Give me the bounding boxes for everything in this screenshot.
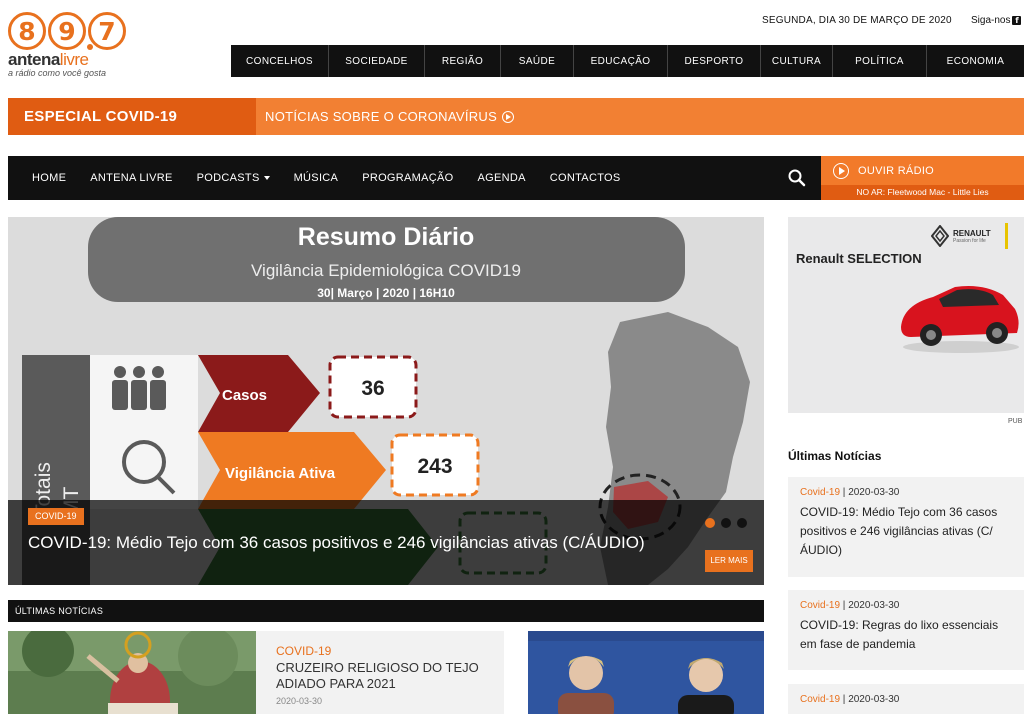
renault-ad-banner[interactable]: RENAULT Passion for life Renault SELECTI… (788, 217, 1024, 413)
mainnav-item-podcasts[interactable]: PODCASTS (185, 172, 282, 184)
mainnav-item-agenda[interactable]: AGENDA (466, 172, 538, 184)
mainnav-item-antena-livre[interactable]: ANTENA LIVRE (78, 172, 184, 184)
news-card[interactable]: COVID-19 CRUZEIRO RELIGIOSO DO TEJO ADIA… (256, 631, 504, 714)
hero-image-subheading: Vigilância Epidemiológica COVID19 (251, 261, 521, 280)
sidebar-latest-title: Últimas Notícias (788, 449, 882, 463)
radio-player: OUVIR RÁDIO NO AR: Fleetwood Mac - Littl… (821, 156, 1024, 200)
news-card-image-2[interactable] (528, 631, 764, 714)
hero-cases-label: Casos (222, 387, 267, 404)
slider-dot-1[interactable] (705, 518, 715, 528)
sidebar-news-date: 2020-03-30 (848, 600, 900, 611)
main-nav: HOME ANTENA LIVRE PODCASTS MÚSICA PROGRAMAÇÃ… (8, 156, 821, 200)
mainnav-item-contactos[interactable]: CONTACTOS (538, 172, 633, 184)
logo-tagline: a rádio como você gosta (8, 68, 107, 78)
red-car-image (901, 286, 1019, 353)
latest-news-header: ÚLTIMAS NOTÍCIAS (8, 600, 764, 622)
topnav-item-saúde[interactable]: SAÚDE (501, 45, 574, 77)
logo-digit-9: 9 (48, 12, 86, 50)
topnav-item-educação[interactable]: EDUCAÇÃO (574, 45, 668, 77)
mainnav-item-música[interactable]: MÚSICA (282, 172, 351, 184)
logo-wordmark: antenalivre (8, 50, 89, 69)
topnav-item-política[interactable]: POLÍTICA (833, 45, 927, 77)
press-conference-photo (528, 631, 764, 714)
listen-radio-button[interactable]: OUVIR RÁDIO (833, 163, 934, 179)
read-more-button[interactable]: LER MAIS (705, 550, 753, 572)
play-circle-icon (833, 163, 849, 179)
ad-headline: Renault SELECTION (796, 251, 922, 266)
hero-cases-value: 36 (361, 377, 384, 400)
renault-logo: RENAULT Passion for life (931, 223, 1008, 249)
mainnav-label: AGENDA (477, 172, 526, 184)
slider-dot-3[interactable] (737, 518, 747, 528)
current-date: SEGUNDA, DIA 30 DE MARÇO DE 2020 (762, 15, 952, 26)
renault-diamond-icon (931, 225, 949, 247)
covid-special-tag[interactable]: ESPECIAL COVID-19 (8, 98, 256, 135)
follow-us-label: Siga-nos (971, 15, 1011, 26)
sidebar-news-category[interactable]: Covid-19 (800, 487, 840, 498)
renault-yellow-stripe (1004, 223, 1008, 249)
slider-dot-2[interactable] (721, 518, 731, 528)
mainnav-label: PROGRAMAÇÃO (362, 172, 454, 184)
coronavirus-news-label: NOTÍCIAS SOBRE O CORONAVÍRUS (265, 109, 498, 124)
caret-down-icon (263, 176, 270, 181)
news-card-title[interactable]: CRUZEIRO RELIGIOSO DO TEJO ADIADO PARA 2… (276, 660, 504, 692)
mainnav-label: HOME (32, 172, 67, 184)
sidebar-news-item[interactable]: Covid-19 | 2020-03-30 COVID-19: Regras d… (788, 590, 1024, 670)
facebook-icon[interactable]: f (1012, 16, 1022, 25)
topnav-item-concelhos[interactable]: CONCELHOS (231, 45, 329, 77)
coronavirus-news-link[interactable]: NOTÍCIAS SOBRE O CORONAVÍRUS (256, 98, 1024, 135)
follow-us-link[interactable]: Siga-nos f (971, 15, 1022, 26)
mainnav-item-programação[interactable]: PROGRAMAÇÃO (350, 172, 465, 184)
sidebar-news-meta: Covid-19 | 2020-03-30 (800, 600, 900, 611)
on-air-now: NO AR: Fleetwood Mac - Little Lies (821, 185, 1024, 200)
hero-title[interactable]: COVID-19: Médio Tejo com 36 casos positi… (28, 532, 648, 553)
logo-dot (87, 44, 93, 50)
sidebar-news-category[interactable]: Covid-19 (800, 694, 840, 705)
hero-active-surveillance-label: Vigilância Ativa (225, 465, 336, 482)
logo-digit-7: 7 (88, 12, 126, 50)
listen-radio-label: OUVIR RÁDIO (858, 165, 935, 177)
hero-image-date: 30| Março | 2020 | 16H10 (317, 286, 455, 300)
category-nav: CONCELHOS SOCIEDADE REGIÃO SAÚDE EDUCAÇÃO DES… (231, 45, 1024, 77)
hero-image-heading: Resumo Diário (298, 223, 474, 251)
covid-banner: ESPECIAL COVID-19 NOTÍCIAS SOBRE O CORON… (8, 98, 1024, 135)
sidebar-news-meta: Covid-19 | 2020-03-30 (800, 487, 900, 498)
people-icon (112, 366, 166, 410)
sidebar-news-item[interactable]: Covid-19 | 2020-03-30 COVID-19: Médio Te… (788, 477, 1024, 577)
hero-category-badge[interactable]: COVID-19 (28, 508, 84, 525)
sidebar-news-title[interactable]: COVID-19: Médio Tejo com 36 casos positi… (800, 503, 1013, 560)
sidebar-news-meta: Covid-19 | 2020-03-30 (800, 694, 900, 705)
sidebar-news-item[interactable]: Covid-19 | 2020-03-30 (788, 684, 1024, 714)
mainnav-label: CONTACTOS (549, 172, 621, 184)
page: 8 9 7 antenalivre a rádio como você gost… (0, 0, 1030, 714)
hero-caption: COVID-19 COVID-19: Médio Tejo com 36 cas… (8, 500, 764, 585)
topnav-item-região[interactable]: REGIÃO (425, 45, 501, 77)
play-circle-icon (502, 110, 515, 123)
news-card-category[interactable]: COVID-19 (276, 644, 504, 658)
hero-active-surveillance-value: 243 (417, 455, 452, 478)
mainnav-label: PODCASTS (196, 172, 260, 184)
mainnav-item-home[interactable]: HOME (20, 172, 78, 184)
topnav-item-sociedade[interactable]: SOCIEDADE (329, 45, 425, 77)
hero-slider[interactable]: Resumo Diário Vigilância Epidemiológica … (8, 217, 764, 585)
mainnav-label: ANTENA LIVRE (90, 172, 173, 184)
topnav-item-economia[interactable]: ECONOMIA (927, 45, 1024, 77)
news-card-image[interactable] (8, 631, 256, 714)
site-logo[interactable]: 8 9 7 antenalivre a rádio como você gost… (8, 12, 132, 84)
sidebar-news-category[interactable]: Covid-19 (800, 600, 840, 611)
logo-digit-8: 8 (8, 12, 46, 50)
renault-wordmark: RENAULT (953, 228, 991, 238)
mainnav-label: MÚSICA (293, 172, 339, 184)
renault-slogan: Passion for life (953, 237, 986, 244)
religious-statue-photo (8, 631, 256, 714)
search-icon[interactable] (784, 165, 810, 191)
sidebar-news-date: 2020-03-30 (848, 487, 900, 498)
sidebar-news-date: 2020-03-30 (848, 694, 900, 705)
ad-label: PUB (1008, 418, 1023, 425)
topnav-item-desporto[interactable]: DESPORTO (668, 45, 761, 77)
news-card-date: 2020-03-30 (276, 696, 323, 706)
sidebar-news-title[interactable]: COVID-19: Regras do lixo essenciais em f… (800, 616, 1013, 654)
topnav-item-cultura[interactable]: CULTURA (761, 45, 833, 77)
